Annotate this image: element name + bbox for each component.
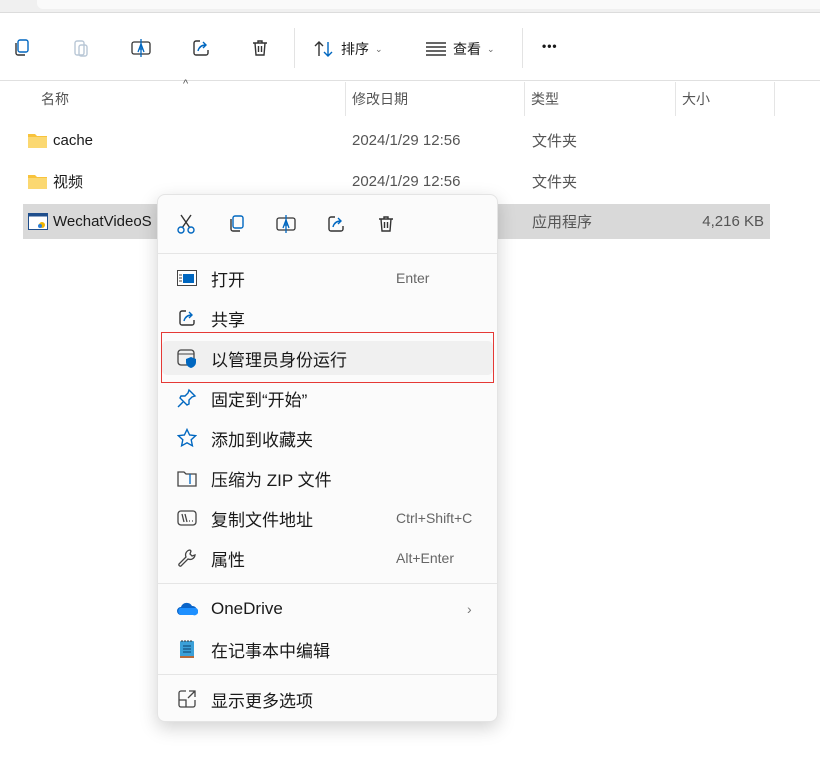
rename-button[interactable] <box>271 209 301 239</box>
delete-icon <box>253 40 267 56</box>
notepad-icon <box>176 638 198 660</box>
menu-item-share[interactable]: 共享 <box>162 301 493 335</box>
menu-item-onedrive[interactable]: OneDrive › <box>162 592 493 626</box>
wrench-icon <box>176 547 198 569</box>
sort-label: 排序 <box>341 41 369 57</box>
more-options-icon <box>176 688 198 710</box>
copy-icon <box>15 39 29 56</box>
menu-item-properties[interactable]: 属性 Alt+Enter <box>162 541 493 575</box>
sort-icon <box>314 41 333 57</box>
rename-icon <box>276 215 296 233</box>
menu-item-copy-path[interactable]: 复制文件地址 Ctrl+Shift+C <box>162 501 493 535</box>
share-icon <box>176 307 198 329</box>
column-header-type[interactable]: 类型 <box>525 82 675 116</box>
star-icon <box>176 427 198 449</box>
delete-icon <box>379 216 393 232</box>
zip-icon <box>176 467 198 489</box>
rename-icon <box>131 39 151 57</box>
command-bar: 排序 ⌄ 查看 ⌄ ••• <box>0 14 820 81</box>
address-bar-strip <box>0 0 820 13</box>
chevron-right-icon: › <box>467 601 472 617</box>
copy-icon <box>230 215 244 232</box>
delete-button[interactable] <box>246 34 274 62</box>
more-icon: ••• <box>542 39 558 53</box>
menu-item-edit-in-notepad[interactable]: 在记事本中编辑 <box>162 632 493 666</box>
chevron-down-icon: ⌄ <box>487 43 495 54</box>
share-icon <box>328 216 344 232</box>
share-button[interactable] <box>321 209 351 239</box>
cut-button[interactable] <box>171 209 201 239</box>
share-icon <box>193 40 209 56</box>
column-header-size[interactable]: 大小 <box>676 82 774 116</box>
share-button[interactable] <box>187 34 215 62</box>
sort-button[interactable]: 排序 ⌄ <box>313 39 383 59</box>
list-view-icon <box>426 42 446 56</box>
menu-item-compress-zip[interactable]: 压缩为 ZIP 文件 <box>162 461 493 495</box>
view-label: 查看 <box>453 41 481 57</box>
folder-icon <box>28 134 47 148</box>
paste-button[interactable] <box>67 34 95 62</box>
highlight-annotation-box <box>161 332 494 383</box>
menu-item-open[interactable]: 打开 Enter <box>162 261 493 295</box>
chevron-down-icon: ⌄ <box>375 43 383 54</box>
copy-button[interactable] <box>221 209 251 239</box>
pin-icon <box>176 387 198 409</box>
menu-item-show-more-options[interactable]: 显示更多选项 <box>162 682 493 716</box>
application-icon <box>28 213 48 230</box>
onedrive-icon <box>176 598 198 620</box>
copy-button[interactable] <box>7 34 35 62</box>
paste-icon <box>74 40 88 57</box>
menu-item-add-to-favorites[interactable]: 添加到收藏夹 <box>162 421 493 455</box>
more-button[interactable]: ••• <box>542 39 558 53</box>
open-icon <box>176 267 198 289</box>
delete-button[interactable] <box>371 209 401 239</box>
context-menu: 打开 Enter 共享 以管理员身份运行 固定到“开始” 添加到收藏夹 压缩为 Z… <box>157 194 498 722</box>
menu-item-pin-to-start[interactable]: 固定到“开始” <box>162 381 493 415</box>
copy-path-icon <box>176 507 198 529</box>
column-header-name[interactable]: 名称 <box>35 82 345 116</box>
column-header-modified[interactable]: 修改日期 <box>346 82 524 116</box>
view-button[interactable]: 查看 ⌄ <box>425 39 495 59</box>
rename-button[interactable] <box>127 34 155 62</box>
file-row[interactable]: cache 2024/1/29 12:56 文件夹 <box>23 123 770 158</box>
cut-icon <box>177 214 195 234</box>
folder-icon <box>28 175 47 189</box>
